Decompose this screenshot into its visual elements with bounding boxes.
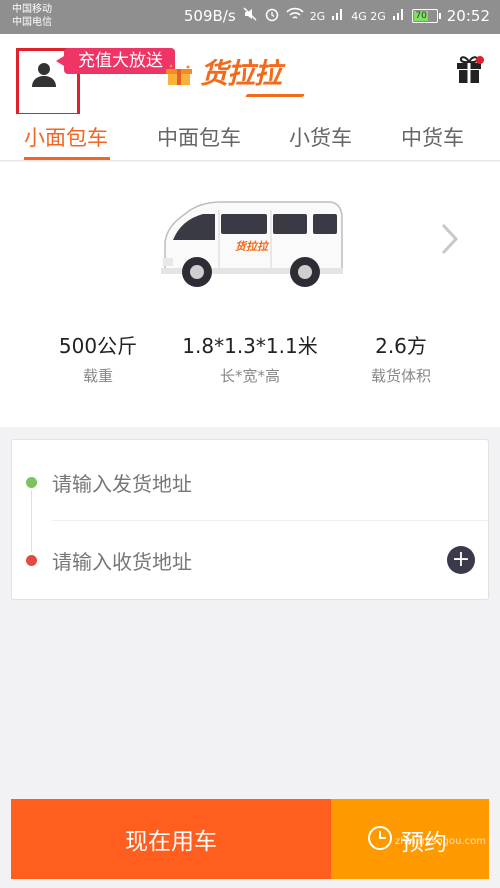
- vehicle-card: 货拉拉 500公斤 载重 1.8*1.3*1.1米 长*宽*高 2.6方 载货体…: [0, 162, 500, 427]
- spec-load-value: 500公斤: [58, 334, 138, 358]
- clock-icon: [368, 826, 392, 850]
- spec-volume-label: 载货体积: [370, 367, 431, 385]
- carrier-2: 中国电信: [12, 17, 52, 28]
- spec-volume: 2.6方 载货体积: [352, 330, 450, 386]
- spec-dimensions-value: 1.8*1.3*1.1米: [182, 334, 318, 358]
- app-header: 充值大放送 货拉拉: [0, 34, 500, 116]
- add-stop-button[interactable]: +: [447, 546, 475, 574]
- clock-time: 20:52: [446, 7, 490, 25]
- signal-icon-2: [392, 7, 406, 25]
- battery-icon: 70: [411, 9, 441, 23]
- promo-gift-icon: [166, 64, 192, 85]
- van-brand-text: 货拉拉: [235, 240, 270, 253]
- carrier-1: 中国移动: [12, 4, 52, 15]
- spec-dimensions-label: 长*宽*高: [219, 367, 280, 385]
- spec-dimensions: 1.8*1.3*1.1米 长*宽*高: [170, 330, 330, 386]
- mute-icon: [242, 6, 258, 26]
- user-icon[interactable]: [30, 60, 58, 88]
- wifi-icon: [286, 6, 304, 26]
- use-now-label: 现在用车: [125, 829, 217, 855]
- signal-icon: [331, 7, 345, 25]
- logo-swoosh: [245, 94, 305, 97]
- tab-small-van[interactable]: 小面包车: [24, 122, 108, 152]
- carrier-info: 中国移动 中国电信: [12, 3, 52, 29]
- net-speed: 509B/s: [183, 7, 236, 25]
- alarm-icon: [264, 6, 280, 26]
- app-logo: 货拉拉: [200, 57, 282, 90]
- tab-medium-truck[interactable]: 中货车: [401, 122, 464, 152]
- spec-load-label: 载重: [82, 367, 113, 385]
- spec-load: 500公斤 载重: [48, 330, 148, 386]
- notification-dot: [476, 56, 484, 64]
- chevron-right-icon[interactable]: [440, 222, 460, 256]
- status-bar: 中国移动 中国电信 509B/s 2G 4G 2G 70 20:52: [0, 0, 500, 34]
- battery-level: 70: [413, 11, 429, 21]
- tab-medium-van[interactable]: 中面包车: [157, 122, 241, 152]
- van-image: 货拉拉: [161, 201, 343, 287]
- promo-badge[interactable]: 充值大放送: [56, 48, 175, 74]
- route-line: [31, 490, 32, 552]
- spec-volume-value: 2.6方: [375, 334, 427, 358]
- address-divider: [52, 520, 488, 521]
- net-type-2: 4G 2G: [351, 9, 386, 23]
- tab-small-truck[interactable]: 小货车: [289, 122, 352, 152]
- net-type-1: 2G: [309, 9, 326, 23]
- status-indicators: 509B/s 2G 4G 2G 70 20:52: [184, 6, 490, 26]
- tab-active-indicator: [24, 157, 110, 160]
- dropoff-dot: [26, 555, 37, 566]
- watermark: zhinan.sogou.com: [395, 836, 487, 847]
- pickup-dot: [26, 477, 37, 488]
- use-now-button[interactable]: 现在用车: [11, 799, 331, 879]
- dropoff-address-input[interactable]: 请输入收货地址: [52, 546, 192, 575]
- address-card: 请输入发货地址 请输入收货地址 +: [11, 439, 489, 600]
- vehicle-tabs: 小面包车 中面包车 小货车 中货车: [0, 114, 500, 161]
- pickup-address-input[interactable]: 请输入发货地址: [52, 468, 192, 497]
